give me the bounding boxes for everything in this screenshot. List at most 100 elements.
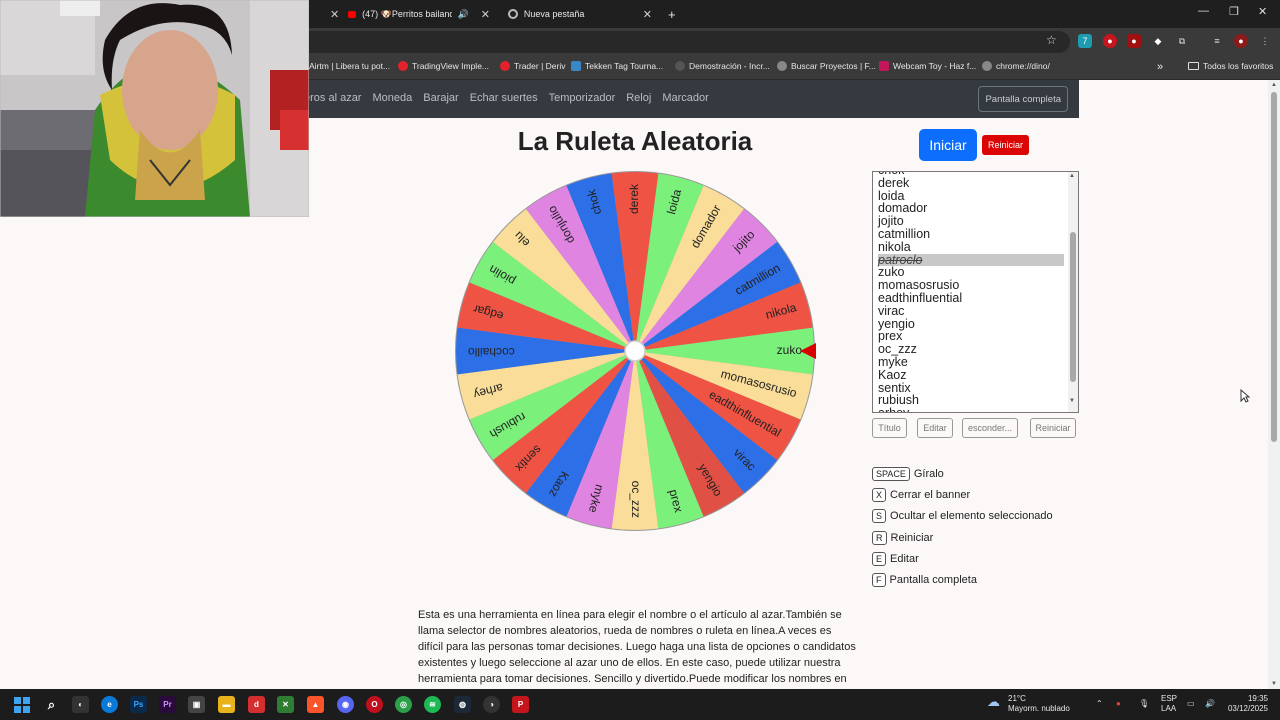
shortcut-key: X	[872, 487, 887, 502]
folder-icon[interactable]: ▬	[218, 696, 235, 713]
bookmark[interactable]: Buscar Proyectos | F...	[777, 61, 876, 71]
bookmark-icon	[571, 61, 581, 71]
clock[interactable]: 19:35 03/12/2025	[1226, 694, 1268, 714]
nav-link[interactable]: Reloj	[626, 92, 651, 104]
search-icon[interactable]: ⌕	[43, 696, 60, 713]
webcam-feed-image	[0, 0, 309, 217]
bookmark-icon	[675, 61, 685, 71]
reset-list-button[interactable]: Reiniciar	[1030, 418, 1076, 438]
scroll-up-icon[interactable]: ▲	[1271, 82, 1277, 88]
chrome-icon[interactable]: ◎	[395, 696, 412, 713]
hide-button[interactable]: esconder...	[962, 418, 1018, 438]
store-icon[interactable]: ▣	[188, 696, 205, 713]
scroll-down-icon[interactable]: ▼	[1271, 681, 1277, 687]
network-icon[interactable]: ▭	[1187, 699, 1195, 709]
fullscreen-button[interactable]: Pantalla completa	[978, 86, 1068, 112]
photoshop-icon[interactable]: Ps	[130, 696, 147, 713]
bookmark[interactable]: Airtm | Libera tu pot...	[309, 61, 390, 71]
bookmark[interactable]: chrome://dino/	[982, 61, 1050, 71]
keyboard-shortcuts: SPACE Gíralo X Cerrar el banner S Ocultar e…	[872, 463, 1053, 591]
edge-icon[interactable]: e	[101, 696, 118, 713]
opera-icon[interactable]: O	[366, 696, 383, 713]
tab-label: Nueva pestaña	[523, 9, 585, 19]
lang-layout: LAA	[1161, 704, 1177, 713]
nav-link[interactable]: Marcador	[662, 92, 708, 104]
speaker-icon[interactable]: 🔊	[458, 9, 469, 20]
chrome-icon	[508, 9, 518, 19]
nav-links: eros al azar Moneda Barajar Echar suerte…	[304, 92, 709, 104]
roulette-wheel[interactable]: zukomomasosrusioeadthinfluentialviracyen…	[454, 170, 818, 532]
wheel-label: derek	[627, 183, 641, 214]
extension-icon[interactable]: ●	[1127, 34, 1141, 48]
tab-new[interactable]: Nueva pestaña ✕	[500, 3, 660, 25]
screen: ✕ (47) 🐶Perritos bailando Fe 🔊 ✕ Nueva p…	[0, 0, 1280, 720]
menu-icon[interactable]: ⋮	[1258, 34, 1272, 48]
scroll-up-icon[interactable]: ▲	[1069, 173, 1075, 179]
premiere-icon[interactable]: Pr	[159, 696, 176, 713]
star-icon[interactable]: ☆	[1046, 33, 1057, 47]
avatar[interactable]: ●	[1234, 34, 1248, 48]
tray-icon[interactable]: ●	[1116, 699, 1121, 709]
shortcut-label: Reiniciar	[890, 531, 934, 544]
nav-link[interactable]: eros al azar	[304, 92, 361, 104]
app-icon[interactable]: ◑	[483, 696, 500, 713]
nav-link[interactable]: Temporizador	[549, 92, 616, 104]
bookmark[interactable]: TradingView Imple...	[398, 61, 489, 71]
tab-youtube[interactable]: (47) 🐶Perritos bailando Fe 🔊 ✕	[340, 3, 498, 25]
shortcut-row: SPACE Gíralo	[872, 463, 1053, 484]
discord-icon[interactable]: ◉	[337, 696, 354, 713]
extension-icon[interactable]: ●	[1103, 34, 1117, 48]
puzzle-icon[interactable]: ⧉	[1175, 34, 1189, 48]
reset-button[interactable]: Reiniciar	[982, 135, 1029, 155]
bookmark-icon	[879, 61, 889, 71]
pdf-icon[interactable]: P	[512, 696, 529, 713]
volume-icon[interactable]: 🔊	[1205, 699, 1215, 709]
close-tab-icon[interactable]: ✕	[643, 8, 652, 21]
windows-start-icon[interactable]	[13, 696, 30, 713]
weather-widget[interactable]: 21°C Mayorm. nublado	[1008, 694, 1070, 714]
mouse-cursor-icon	[1240, 389, 1250, 403]
edit-button[interactable]: Editar	[917, 418, 953, 438]
scroll-down-icon[interactable]: ▼	[1069, 398, 1075, 404]
microphone-icon[interactable]: 🎙	[1139, 699, 1149, 709]
start-button[interactable]: Iniciar	[919, 129, 977, 161]
deriv-icon[interactable]: d	[248, 696, 265, 713]
tab-label: (47) 🐶Perritos bailando Fe	[362, 8, 451, 19]
list-item: virac	[878, 303, 905, 318]
nav-link[interactable]: Moneda	[372, 92, 412, 104]
brave-icon[interactable]: ▲	[307, 696, 324, 713]
chevron-right-icon[interactable]: »	[1157, 61, 1163, 73]
new-tab-button[interactable]: +	[660, 3, 684, 25]
globe-icon	[982, 61, 992, 71]
address-bar[interactable]	[300, 31, 1070, 53]
list-scrollbar[interactable]: ▲ ▼	[1068, 172, 1078, 412]
minimize-icon[interactable]: —	[1198, 5, 1209, 17]
maximize-icon[interactable]: ❐	[1229, 5, 1239, 18]
title-button[interactable]: Título	[872, 418, 907, 438]
page-scrollbar[interactable]: ▲ ▼	[1268, 80, 1280, 689]
nav-link[interactable]: Barajar	[423, 92, 458, 104]
scroll-thumb[interactable]	[1070, 232, 1076, 382]
chevron-up-icon[interactable]: ⌃	[1096, 699, 1103, 709]
close-tab-icon[interactable]: ✕	[481, 8, 490, 21]
xbox-icon[interactable]: ✕	[277, 696, 294, 713]
nav-link[interactable]: Echar suertes	[470, 92, 538, 104]
names-textarea[interactable]: chokderekloidadomadorjojitocatmillionnik…	[872, 171, 1079, 413]
bookmark[interactable]: Demostración - Incr...	[675, 61, 770, 71]
extension-icon[interactable]: 7	[1078, 34, 1092, 48]
bookmark-label: Webcam Toy - Haz f...	[893, 61, 977, 71]
steam-icon[interactable]: ◍	[454, 696, 471, 713]
close-window-icon[interactable]: ✕	[1258, 5, 1267, 18]
all-bookmarks[interactable]: Todos los favoritos	[1188, 61, 1273, 71]
app-icon[interactable]: ◐	[72, 696, 89, 713]
language-indicator[interactable]: ESP LAA	[1161, 694, 1177, 714]
clock-time: 19:35	[1247, 694, 1268, 703]
spotify-icon[interactable]: ≋	[424, 696, 441, 713]
media-icon[interactable]: ≡	[1210, 34, 1224, 48]
extension-icon[interactable]: ◆	[1151, 34, 1165, 48]
scroll-thumb[interactable]	[1271, 92, 1277, 442]
bookmark[interactable]: Webcam Toy - Haz f...	[879, 61, 976, 71]
wheel-hub[interactable]	[624, 340, 646, 362]
bookmark[interactable]: Trader | Deriv	[500, 61, 566, 71]
bookmark[interactable]: Tekken Tag Tourna...	[571, 61, 663, 71]
